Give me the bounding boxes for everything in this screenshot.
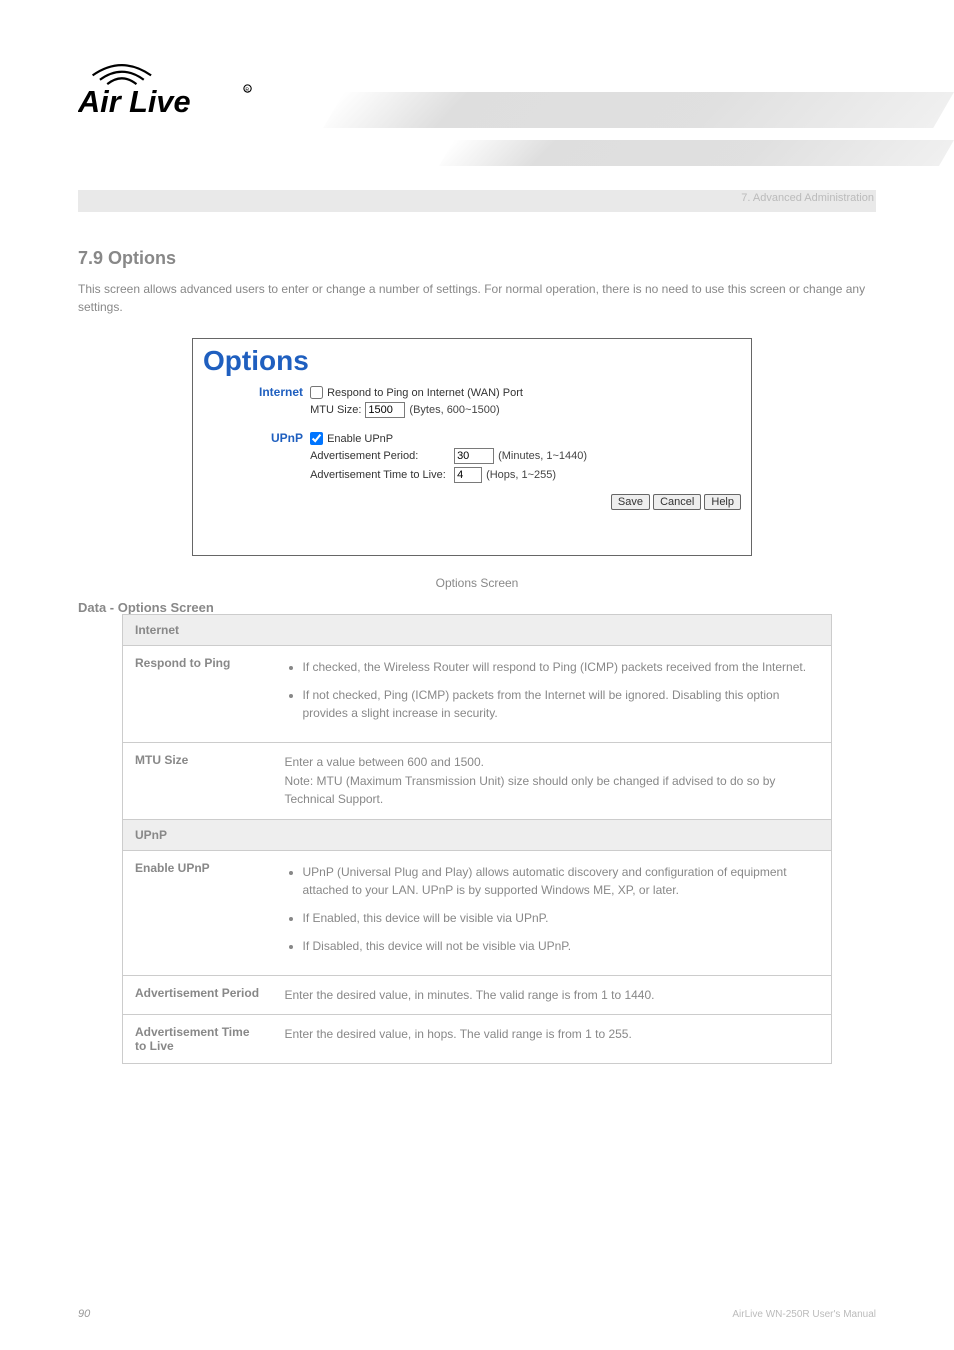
row-text-mtu: Enter a value between 600 and 1500. Note…: [285, 753, 820, 809]
header-gradient-2: [439, 140, 954, 166]
options-data-table: Internet Respond to Ping If checked, the…: [122, 614, 832, 1064]
adv-ttl-hint: (Hops, 1~255): [486, 469, 556, 481]
section-description: This screen allows advanced users to ent…: [78, 280, 876, 316]
row-label-mtu: MTU Size: [123, 743, 273, 820]
upnp-group: UPnP Enable UPnP Advertisement Period: (…: [203, 429, 741, 486]
table-row: Respond to Ping If checked, the Wireless…: [123, 646, 832, 743]
row-text-adv-period: Enter the desired value, in minutes. The…: [285, 986, 820, 1005]
enable-upnp-label: Enable UPnP: [327, 433, 393, 445]
svg-text:R: R: [245, 87, 249, 93]
enable-upnp-checkbox[interactable]: [310, 432, 323, 445]
row-label-respond-ping: Respond to Ping: [123, 646, 273, 743]
svg-text:Air Live: Air Live: [78, 84, 191, 119]
list-item: If Disabled, this device will not be vis…: [303, 937, 820, 955]
adv-ttl-input[interactable]: [454, 467, 482, 483]
section-title: 7.9 Options: [78, 248, 176, 269]
table-row: Enable UPnP UPnP (Universal Plug and Pla…: [123, 850, 832, 975]
panel-button-row: Save Cancel Help: [203, 494, 741, 510]
table-section-internet: Internet: [123, 615, 832, 646]
page-number: 90: [78, 1308, 90, 1320]
options-panel: Options Internet Respond to Ping on Inte…: [192, 338, 752, 556]
row-text-adv-ttl: Enter the desired value, in hops. The va…: [285, 1025, 820, 1044]
header-gradient-1: [323, 92, 954, 128]
table-row: MTU Size Enter a value between 600 and 1…: [123, 743, 832, 820]
mtu-size-label: MTU Size:: [310, 404, 361, 416]
chapter-label: 7. Advanced Administration: [741, 192, 874, 204]
list-item: If Enabled, this device will be visible …: [303, 909, 820, 927]
upnp-group-label: UPnP: [203, 429, 303, 445]
row-label-adv-period: Advertisement Period: [123, 975, 273, 1015]
table-section-upnp: UPnP: [123, 819, 832, 850]
row-label-enable-upnp: Enable UPnP: [123, 850, 273, 975]
airlive-logo-icon: Air Live R: [78, 60, 268, 120]
table-row: Advertisement Period Enter the desired v…: [123, 975, 832, 1015]
internet-group: Internet Respond to Ping on Internet (WA…: [203, 383, 741, 421]
mtu-size-hint: (Bytes, 600~1500): [409, 404, 499, 416]
row-label-adv-ttl: Advertisement Time to Live: [123, 1015, 273, 1064]
internet-group-label: Internet: [203, 383, 303, 399]
respond-ping-label: Respond to Ping on Internet (WAN) Port: [327, 387, 523, 399]
footer-text: AirLive WN-250R User's Manual: [732, 1309, 876, 1320]
list-item: If checked, the Wireless Router will res…: [303, 658, 820, 676]
figure-caption: Options Screen: [78, 576, 876, 590]
respond-ping-checkbox[interactable]: [310, 386, 323, 399]
list-item: If not checked, Ping (ICMP) packets from…: [303, 686, 820, 722]
adv-period-label: Advertisement Period:: [310, 450, 450, 462]
save-button[interactable]: Save: [611, 494, 650, 510]
list-item: UPnP (Universal Plug and Play) allows au…: [303, 863, 820, 899]
adv-period-hint: (Minutes, 1~1440): [498, 450, 587, 462]
brand-logo: Air Live R: [78, 60, 268, 125]
adv-ttl-label: Advertisement Time to Live:: [310, 469, 450, 481]
cancel-button[interactable]: Cancel: [653, 494, 701, 510]
table-row: Advertisement Time to Live Enter the des…: [123, 1015, 832, 1064]
options-panel-title: Options: [203, 345, 741, 377]
table-heading: Data - Options Screen: [78, 600, 214, 615]
mtu-size-input[interactable]: [365, 402, 405, 418]
help-button[interactable]: Help: [704, 494, 741, 510]
adv-period-input[interactable]: [454, 448, 494, 464]
